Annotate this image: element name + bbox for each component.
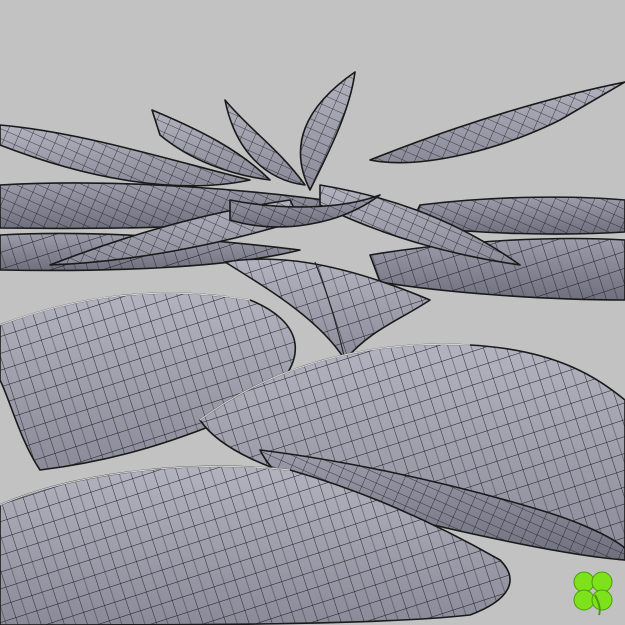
wireframe-render (0, 0, 625, 625)
